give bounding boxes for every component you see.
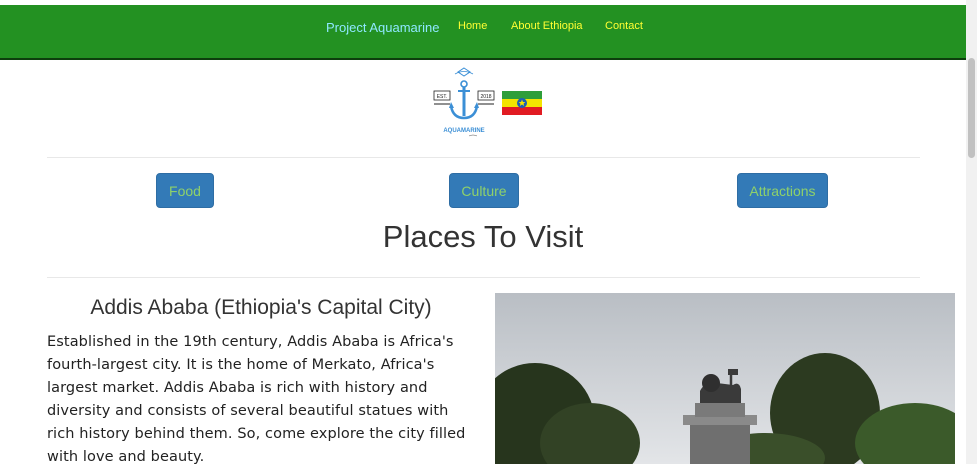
logo-wordmark: AQUAMARINE (443, 128, 484, 134)
attractions-button[interactable]: Attractions (737, 173, 828, 208)
logo-est-left: EST. (437, 94, 448, 100)
city-description: Established in the 19th century, Addis A… (47, 334, 466, 465)
brand-link[interactable]: Project Aquamarine (326, 20, 439, 35)
culture-button[interactable]: Culture (449, 173, 519, 208)
nav-home-link[interactable]: Home (458, 20, 487, 32)
navbar: Project Aquamarine Home About Ethiopia C… (0, 5, 966, 60)
nav-contact-link[interactable]: Contact (605, 20, 643, 32)
scrollbar-thumb[interactable] (968, 58, 975, 158)
vertical-scrollbar[interactable] (966, 0, 977, 464)
divider-top (47, 157, 920, 158)
logo-est-right: 2018 (480, 94, 491, 100)
lion-of-judah-statue-image (495, 293, 955, 464)
city-title: Addis Ababa (Ethiopia's Capital City) (90, 296, 432, 319)
page-title: Places To Visit (382, 219, 584, 254)
food-button[interactable]: Food (156, 173, 214, 208)
anchor-logo-icon: EST. 2018 AQUAMARINE (433, 67, 495, 137)
ethiopia-flag-icon (502, 91, 542, 115)
nav-about-ethiopia-link[interactable]: About Ethiopia (511, 20, 583, 32)
divider-middle (47, 277, 920, 278)
